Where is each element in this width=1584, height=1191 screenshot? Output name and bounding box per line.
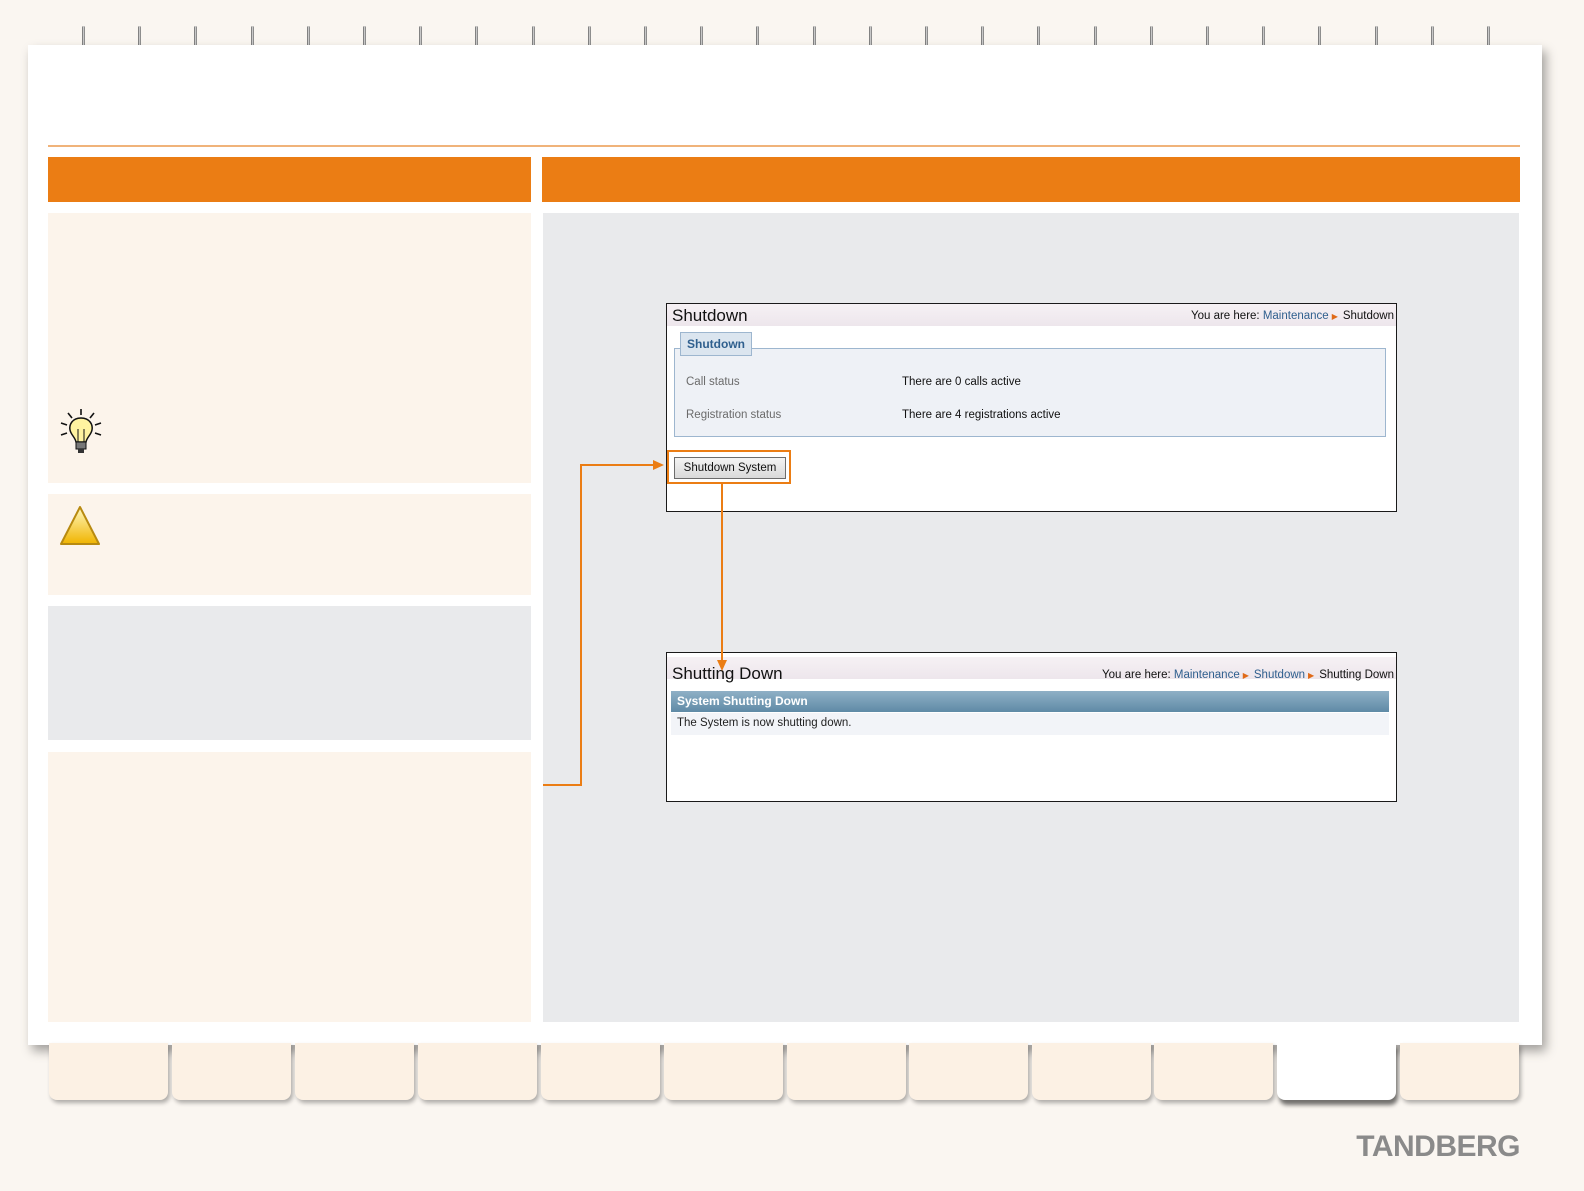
registration-status-value: There are 4 registrations active <box>902 409 1061 421</box>
shutdown-screen: Shutdown You are here: Maintenance ▶ Shutd… <box>666 303 1397 512</box>
breadcrumb: You are here: Maintenance ▶ Shutdown <box>1191 310 1394 322</box>
arrow-down-icon <box>717 660 727 671</box>
fieldset-legend: Shutdown <box>680 332 752 356</box>
shutdown-system-button[interactable]: Shutdown System <box>674 457 786 479</box>
warning-panel <box>48 494 531 595</box>
shutdown-fieldset <box>674 348 1386 437</box>
lightbulb-icon <box>60 409 102 453</box>
call-status-value: There are 0 calls active <box>902 376 1021 388</box>
section-tab-active[interactable] <box>1277 1043 1396 1100</box>
breadcrumb-prefix: You are here: <box>1102 669 1171 681</box>
section-tab[interactable] <box>418 1043 537 1100</box>
breadcrumb: You are here: Maintenance ▶ Shutdown ▶ Shutt… <box>1102 669 1394 681</box>
section-tab[interactable] <box>1400 1043 1519 1100</box>
connector-line <box>580 464 656 466</box>
breadcrumb-current: Shutdown <box>1342 310 1394 322</box>
connector-line <box>580 464 582 786</box>
section-tab[interactable] <box>49 1043 168 1100</box>
section-tab[interactable] <box>664 1043 783 1100</box>
section-tab[interactable] <box>787 1043 906 1100</box>
warning-triangle-icon <box>60 506 100 545</box>
tandberg-logo: TANDBERG <box>1356 1130 1520 1163</box>
arrow-right-icon <box>653 460 664 470</box>
breadcrumb-prefix: You are here: <box>1190 310 1260 322</box>
steps-panel <box>48 752 531 1022</box>
section-tab[interactable] <box>1154 1043 1273 1100</box>
triangle-right-icon: ▶ <box>1331 312 1338 321</box>
breadcrumb-link-maintenance[interactable]: Maintenance <box>1263 310 1329 322</box>
breadcrumb-link-shutdown[interactable]: Shutdown <box>1254 669 1305 681</box>
right-header-bar <box>542 157 1520 202</box>
tip-panel <box>48 213 531 483</box>
section-tab[interactable] <box>541 1043 660 1100</box>
section-tab[interactable] <box>172 1043 291 1100</box>
left-header-bar <box>48 157 531 202</box>
triangle-right-icon: ▶ <box>1308 671 1315 680</box>
section-tab[interactable] <box>1032 1043 1151 1100</box>
breadcrumb-link-maintenance[interactable]: Maintenance <box>1174 669 1240 681</box>
registration-status-label: Registration status <box>686 409 782 421</box>
note-panel <box>48 606 531 740</box>
page-title: Shutdown <box>672 306 748 325</box>
connector-line <box>543 784 582 786</box>
header-rule <box>48 145 1520 147</box>
status-banner: System Shutting Down <box>671 691 1389 712</box>
shutting-down-screen: Shutting Down You are here: Maintenance ▶… <box>666 652 1397 802</box>
section-tab[interactable] <box>295 1043 414 1100</box>
connector-line <box>721 482 723 664</box>
status-message: The System is now shutting down. <box>677 717 852 729</box>
breadcrumb-current: Shutting Down <box>1319 669 1394 681</box>
call-status-label: Call status <box>686 376 740 388</box>
triangle-right-icon: ▶ <box>1242 671 1249 680</box>
section-tab[interactable] <box>909 1043 1028 1100</box>
